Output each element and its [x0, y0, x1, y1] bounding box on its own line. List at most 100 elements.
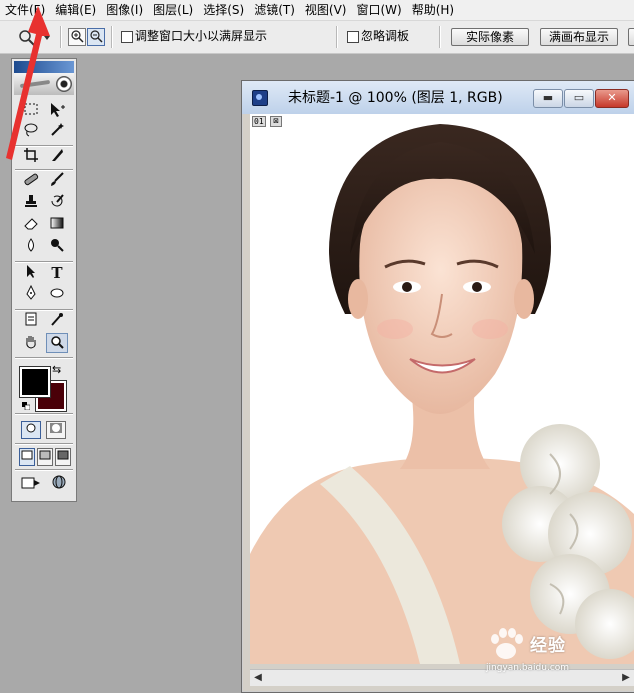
history-brush-icon [51, 194, 64, 207]
globe-icon [52, 475, 66, 489]
screen-mode-full-button[interactable] [55, 448, 71, 466]
marquee-tool[interactable] [20, 101, 42, 121]
tool-preset-picker[interactable] [14, 27, 54, 47]
swap-colors-icon[interactable]: ⇆ [52, 363, 61, 376]
minimize-icon: ▬ [542, 91, 554, 104]
path-selection-tool[interactable] [20, 263, 42, 283]
foreground-color-swatch[interactable] [19, 366, 51, 398]
hand-tool[interactable] [20, 333, 42, 353]
zoom-tool[interactable] [46, 333, 68, 353]
close-button[interactable]: ✕ [595, 89, 629, 108]
maximize-button[interactable]: ▭ [564, 89, 594, 108]
divider [15, 443, 73, 445]
divider [60, 26, 62, 48]
zoom-out-icon [90, 30, 103, 43]
blur-tool[interactable] [20, 237, 42, 257]
quick-mask-mode-button[interactable] [46, 421, 66, 439]
menu-window[interactable]: 窗口(W) [351, 0, 406, 20]
watermark-url: jingyan.baidu.com [486, 663, 570, 673]
actual-pixels-button[interactable]: 实际像素 [451, 28, 529, 46]
zoom-in-button[interactable] [68, 28, 86, 46]
slice-tool[interactable] [46, 147, 68, 167]
document-title: 未标题-1 @ 100% (图层 1, RGB) [288, 90, 503, 106]
fit-on-screen-button[interactable]: 满画布显示 [540, 28, 618, 46]
menu-bar: 文件(F) 编辑(E) 图像(I) 图层(L) 选择(S) 滤镜(T) 视图(V… [0, 0, 634, 21]
divider [15, 469, 73, 471]
menu-file[interactable]: 文件(F) [0, 0, 50, 20]
move-tool[interactable] [46, 101, 68, 121]
type-tool[interactable]: T [46, 263, 68, 283]
type-t-icon: T [51, 264, 63, 282]
eye-logo-icon [56, 76, 72, 92]
toolbox-titlebar[interactable] [14, 61, 74, 73]
watermark-text: 经验 [530, 636, 566, 656]
zoom-in-icon [71, 30, 84, 43]
history-brush-tool[interactable] [46, 193, 68, 213]
water-drop-icon [28, 238, 34, 252]
ellipse-shape-icon [50, 288, 64, 298]
ignore-palettes-label: 忽略调板 [361, 29, 410, 43]
document-titlebar[interactable]: 未标题-1 @ 100% (图层 1, RGB) ▬ ▭ ✕ [242, 81, 634, 114]
clone-stamp-tool[interactable] [20, 193, 42, 213]
resize-windows-label: 调整窗口大小以满屏显示 [135, 29, 268, 43]
adobe-online-button[interactable] [14, 73, 74, 95]
eyedropper-tool[interactable] [46, 311, 68, 331]
menu-edit[interactable]: 编辑(E) [50, 0, 101, 20]
magic-wand-tool[interactable] [46, 121, 68, 141]
menu-layer[interactable]: 图层(L) [148, 0, 198, 20]
divider [336, 26, 338, 48]
brush-icon [51, 172, 64, 186]
layer-mask-tag-icon: ⊠ [270, 116, 282, 127]
paw-logo-icon [491, 628, 523, 659]
jump-to-imageready-button[interactable] [20, 474, 42, 494]
default-colors-icon[interactable] [22, 399, 31, 411]
screen-mode-standard-button[interactable] [19, 448, 35, 466]
image-canvas[interactable]: 01 ⊠ [250, 114, 634, 664]
baidu-jingyan-watermark: 经验 jingyan.baidu.com [484, 625, 634, 685]
notes-icon [25, 312, 37, 326]
minimize-button[interactable]: ▬ [533, 89, 563, 108]
hand-icon [26, 336, 36, 349]
menu-view[interactable]: 视图(V) [300, 0, 352, 20]
menu-select[interactable]: 选择(S) [198, 0, 249, 20]
magnifier-icon [51, 336, 64, 349]
crop-tool[interactable] [20, 147, 42, 167]
photoshop-document-icon [252, 90, 268, 106]
eraser-icon [24, 218, 38, 230]
move-icon [51, 103, 65, 117]
screen-mode-menu-button[interactable] [37, 448, 53, 466]
toolbox: T ⇆ [11, 58, 77, 502]
divider [15, 357, 73, 359]
ignore-palettes-checkbox[interactable] [347, 31, 359, 43]
maximize-icon: ▭ [573, 91, 585, 104]
zoom-tool-icon [19, 30, 50, 46]
imageready-icon [21, 477, 40, 489]
web-globe-button[interactable] [48, 474, 70, 494]
layer-tag: 01 [252, 116, 266, 127]
scroll-left-icon[interactable]: ◀ [250, 670, 266, 686]
divider [15, 413, 73, 415]
standard-mode-button[interactable] [21, 421, 41, 439]
brush-tool[interactable] [46, 171, 68, 191]
bandage-icon [24, 173, 39, 186]
notes-tool[interactable] [20, 311, 42, 331]
zoom-out-button[interactable] [87, 28, 105, 46]
arrow-select-icon [27, 265, 35, 278]
lasso-tool[interactable] [20, 121, 42, 141]
menu-image[interactable]: 图像(I) [101, 0, 148, 20]
dodge-tool[interactable] [46, 237, 68, 257]
pen-icon [26, 284, 36, 300]
menu-filter[interactable]: 滤镜(T) [249, 0, 300, 20]
print-size-button[interactable] [628, 28, 634, 46]
healing-brush-tool[interactable] [20, 171, 42, 191]
pen-tool[interactable] [20, 284, 42, 305]
stamp-icon [25, 195, 37, 207]
menu-help[interactable]: 帮助(H) [407, 0, 459, 20]
resize-windows-checkbox[interactable] [121, 31, 133, 43]
gradient-tool[interactable] [46, 215, 68, 235]
eraser-tool[interactable] [20, 215, 42, 235]
crop-icon [24, 148, 38, 162]
screen-mode-full-icon [57, 450, 69, 460]
shape-tool[interactable] [46, 285, 68, 305]
feather-icon [19, 79, 51, 89]
